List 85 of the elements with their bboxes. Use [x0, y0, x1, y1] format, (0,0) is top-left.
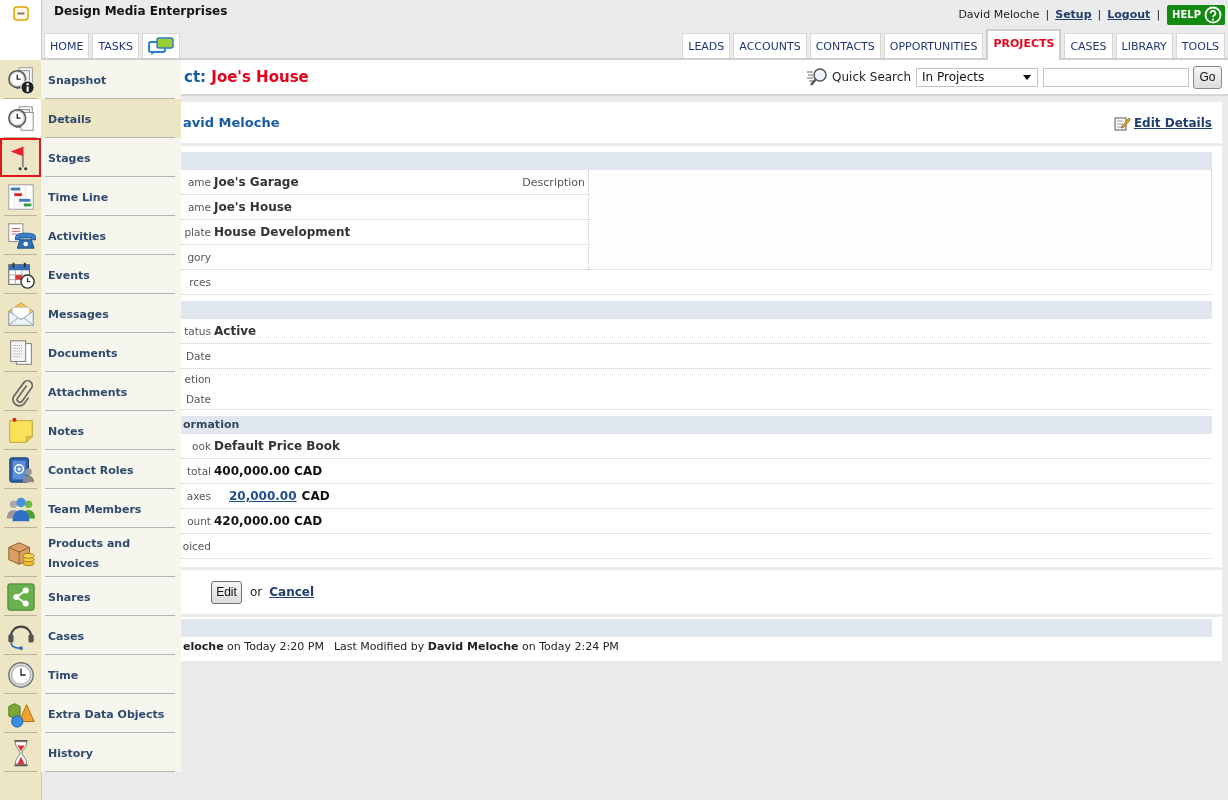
- menu-item[interactable]: Documents: [41, 333, 181, 372]
- chat-tab[interactable]: [141, 33, 180, 58]
- field-label: ount: [187, 514, 211, 529]
- module-tab[interactable]: ACCOUNTS: [733, 33, 807, 58]
- header-link[interactable]: Setup: [1055, 8, 1092, 21]
- page-title: ct: Joe's House: [184, 68, 309, 86]
- scope-select[interactable]: In Projects: [916, 67, 1038, 87]
- modified-text: Last Modified by David Meloche on Today 2:24 PM: [333, 640, 619, 653]
- field-label: axes: [186, 489, 211, 504]
- module-tab[interactable]: TOOLS: [1175, 33, 1225, 58]
- created-text: eloche on Today 2:20 PM: [183, 640, 324, 653]
- search-icon: [806, 67, 828, 87]
- field-label: Date: [185, 349, 211, 364]
- search-label: Quick Search: [832, 70, 911, 84]
- cancel-link[interactable]: Cancel: [269, 585, 315, 599]
- menu-item[interactable]: Attachments: [41, 372, 181, 411]
- module-tab[interactable]: LEADS: [682, 33, 731, 58]
- nav-icon-button[interactable]: [0, 99, 41, 138]
- field-label: ook: [192, 439, 211, 454]
- separator-text: |: [1097, 8, 1102, 21]
- search-field[interactable]: [1043, 67, 1189, 87]
- menu-item[interactable]: Contact Roles: [41, 450, 181, 489]
- menu-item[interactable]: Cases: [41, 616, 181, 655]
- menu-item[interactable]: History: [41, 733, 181, 772]
- help-button[interactable]: HELP: [1167, 4, 1225, 25]
- or-text: or: [250, 585, 263, 599]
- collapse-icon[interactable]: [12, 6, 29, 22]
- menu-item[interactable]: Activities: [41, 216, 181, 255]
- gantt-chart-icon: [5, 181, 36, 212]
- field-label: oiced: [182, 539, 211, 554]
- field-label: tatus: [184, 324, 211, 339]
- menu-item[interactable]: Team Members: [41, 489, 181, 528]
- field-label: ame: [187, 200, 211, 215]
- field-label: etion Date: [184, 372, 211, 407]
- amount-link[interactable]: 20,000.00: [229, 489, 297, 503]
- share-icon: [5, 581, 36, 612]
- field-value: House Development: [214, 225, 351, 239]
- menu-item[interactable]: Snapshot: [41, 60, 181, 99]
- help-icon: [1204, 5, 1222, 24]
- separator-text: |: [1045, 8, 1050, 21]
- clock-info-icon: [5, 64, 36, 95]
- company-name: Design Media Enterprises: [54, 4, 228, 18]
- description-label: Description: [522, 175, 586, 189]
- menu-item[interactable]: Details: [41, 99, 181, 138]
- module-tab[interactable]: CONTACTS: [809, 33, 881, 58]
- owner-name: avid Meloche: [183, 115, 280, 130]
- user-name: David Meloche: [958, 8, 1040, 21]
- field-label: ame: [187, 175, 211, 190]
- edit-details-link[interactable]: Edit Details: [1113, 114, 1212, 131]
- module-tab[interactable]: CASES: [1064, 33, 1113, 58]
- field-value: 400,000.00 CAD: [214, 464, 323, 478]
- header-link[interactable]: Logout: [1107, 8, 1151, 21]
- field-label: total: [187, 464, 211, 479]
- go-button[interactable]: Go: [1193, 65, 1222, 89]
- phone-document-icon: [5, 220, 36, 251]
- menu-item[interactable]: Time Line: [41, 177, 181, 216]
- chat-bubbles-icon: [147, 37, 174, 55]
- module-tab[interactable]: LIBRARY: [1115, 33, 1173, 58]
- edit-button[interactable]: Edit: [211, 580, 242, 604]
- clock-documents-icon: [5, 103, 36, 134]
- edit-icon: [1113, 114, 1131, 131]
- field-value: Joe's House: [214, 200, 292, 214]
- field-value: Active: [214, 324, 257, 338]
- nav-tab[interactable]: TASKS: [92, 33, 139, 58]
- menu-item[interactable]: Time: [41, 655, 181, 694]
- module-tab[interactable]: OPPORTUNITIES: [883, 33, 984, 58]
- module-tab[interactable]: PROJECTS: [986, 29, 1062, 60]
- menu-item[interactable]: Events: [41, 255, 181, 294]
- currency-text: CAD: [301, 489, 330, 503]
- caret-icon: [1023, 74, 1031, 80]
- field-label: gory: [187, 250, 211, 265]
- menu-item[interactable]: Stages: [41, 138, 181, 177]
- menu-item[interactable]: Notes: [41, 411, 181, 450]
- field-value: 420,000.00 CAD: [214, 514, 323, 528]
- menu-item[interactable]: Messages: [41, 294, 181, 333]
- field-value: Joe's Garage: [214, 175, 299, 189]
- field-value: Default Price Book: [214, 439, 340, 453]
- separator-text: |: [1156, 8, 1161, 21]
- field-label: rces: [189, 275, 211, 290]
- menu-item[interactable]: Shares: [41, 577, 181, 616]
- clock-icon: [5, 659, 36, 690]
- menu-item[interactable]: Extra Data Objects: [41, 694, 181, 733]
- menu-item[interactable]: Products and Invoices: [41, 528, 181, 577]
- field-label: plate: [184, 225, 211, 240]
- nav-tab[interactable]: HOME: [44, 33, 90, 58]
